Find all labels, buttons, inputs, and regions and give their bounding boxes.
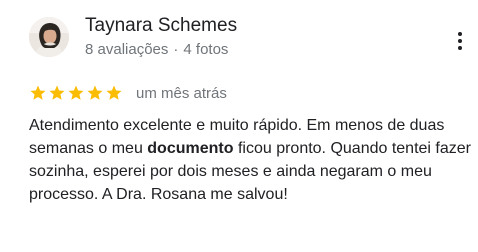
avatar[interactable]: [29, 17, 69, 57]
review-text: Atendimento excelente e muito rápido. Em…: [29, 114, 473, 206]
reviewer-meta: 8 avaliações · 4 fotos: [85, 40, 228, 60]
more-vert-icon-dot: [458, 39, 462, 43]
reviewer-name[interactable]: Taynara Schemes: [85, 14, 237, 38]
star-icon: [30, 85, 46, 100]
more-options-button[interactable]: [448, 29, 472, 53]
meta-separator: ·: [173, 41, 179, 58]
star-icon: [49, 85, 65, 100]
star-icon: [106, 85, 122, 100]
review-text-bold: documento: [147, 140, 234, 157]
review-date: um mês atrás: [136, 85, 227, 102]
more-vert-icon: [458, 32, 462, 36]
star-icon: [87, 85, 103, 100]
photos-count: 4 fotos: [183, 41, 229, 58]
star-rating: [29, 84, 123, 102]
reviews-count: 8 avaliações: [85, 41, 169, 58]
star-icon: [68, 85, 84, 100]
more-vert-icon-dot: [458, 46, 462, 50]
review-card: Taynara Schemes 8 avaliações · 4 fotos um …: [0, 0, 478, 252]
reviewer-photo-icon: [29, 17, 69, 57]
